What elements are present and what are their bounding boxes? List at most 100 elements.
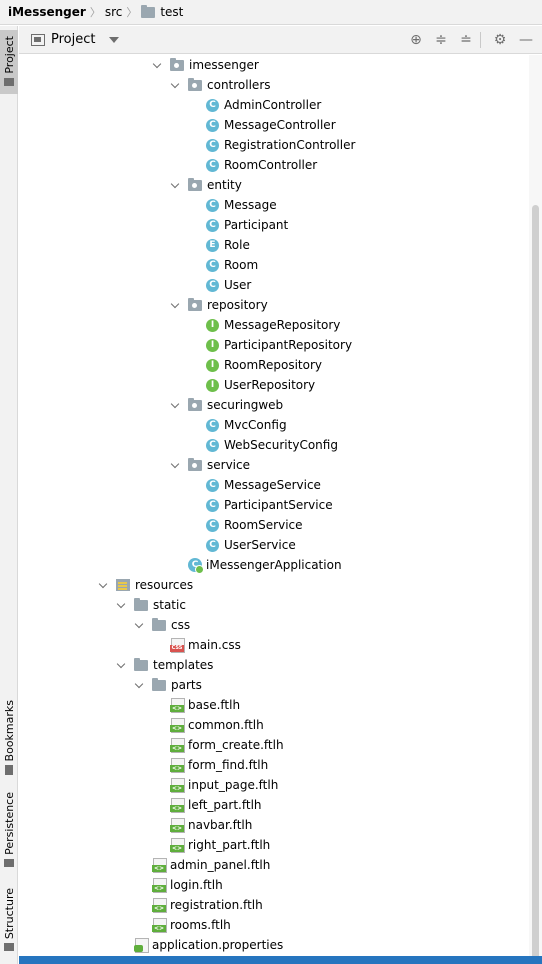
chevron-down-icon[interactable]: [109, 36, 120, 43]
tree-label: application.properties: [152, 938, 284, 952]
ftl-file-icon: [170, 718, 185, 733]
tree-node-parts[interactable]: parts: [134, 675, 202, 695]
tree-label: AdminController: [224, 98, 322, 112]
breadcrumb-project[interactable]: iMessenger: [8, 5, 86, 19]
chevron-down-icon[interactable]: [152, 60, 162, 70]
tree-node-class[interactable]: C AdminController: [206, 95, 321, 115]
project-toolbar: Project ⊕ ≑ ≐ ⚙ —: [19, 26, 542, 54]
interface-icon: I: [206, 338, 219, 352]
tree-label: securingweb: [207, 398, 284, 412]
tree-node-file[interactable]: admin_panel.ftlh: [152, 855, 270, 875]
tree-label: Message: [224, 198, 277, 212]
tab-project[interactable]: Project: [0, 30, 18, 94]
tree-node-class[interactable]: C RoomService: [206, 515, 303, 535]
ftl-file-icon: [170, 818, 185, 833]
tab-structure[interactable]: Structure: [0, 888, 18, 964]
chevron-down-icon[interactable]: [170, 80, 180, 90]
project-tree: imessenger controllers C AdminController …: [19, 55, 529, 964]
tree-node-interface[interactable]: I MessageRepository: [206, 315, 340, 335]
tree-node-file[interactable]: main.css: [170, 635, 241, 655]
folder-icon: [134, 597, 148, 611]
breadcrumb: iMessenger 〉 src 〉 test: [0, 0, 542, 25]
tree-node-css[interactable]: css: [134, 615, 190, 635]
tree-node-repository[interactable]: repository: [170, 295, 268, 315]
tree-node-enum[interactable]: E Role: [206, 235, 250, 255]
tree-label: MvcConfig: [224, 418, 287, 432]
breadcrumb-src[interactable]: src: [105, 5, 123, 19]
locate-icon[interactable]: ⊕: [408, 32, 424, 48]
class-icon: C: [206, 498, 219, 512]
tree-label: Room: [224, 258, 259, 272]
tree-node-file[interactable]: right_part.ftlh: [170, 835, 270, 855]
tree-label: ParticipantService: [224, 498, 333, 512]
project-view-title[interactable]: Project: [51, 32, 95, 47]
tree-node-file[interactable]: base.ftlh: [170, 695, 240, 715]
tree-node-class[interactable]: C UserService: [206, 535, 296, 555]
tab-bookmarks[interactable]: Bookmarks: [0, 700, 18, 778]
tree-node-file[interactable]: registration.ftlh: [152, 895, 263, 915]
package-icon: [170, 57, 184, 71]
tree-node-file[interactable]: common.ftlh: [170, 715, 264, 735]
chevron-down-icon[interactable]: [134, 680, 144, 690]
tree-node-file[interactable]: login.ftlh: [152, 875, 223, 895]
gear-icon[interactable]: ⚙: [492, 32, 508, 48]
tree-node-entity[interactable]: entity: [170, 175, 242, 195]
selected-tree-row[interactable]: [19, 956, 542, 964]
tree-label: UserService: [224, 538, 296, 552]
tree-node-file[interactable]: navbar.ftlh: [170, 815, 252, 835]
chevron-down-icon[interactable]: [170, 180, 180, 190]
tree-node-securingweb[interactable]: securingweb: [170, 395, 283, 415]
tree-node-class[interactable]: C MessageController: [206, 115, 336, 135]
breadcrumb-test[interactable]: test: [141, 4, 184, 19]
tree-label: iMessengerApplication: [206, 558, 342, 572]
ftl-file-icon: [152, 878, 167, 893]
chevron-down-icon[interactable]: [170, 460, 180, 470]
tab-project-label: Project: [2, 36, 16, 74]
chevron-down-icon[interactable]: [98, 580, 108, 590]
tree-node-class[interactable]: C RoomController: [206, 155, 317, 175]
tree-node-class[interactable]: C Message: [206, 195, 277, 215]
scrollbar-thumb[interactable]: [532, 205, 539, 960]
tree-node-class[interactable]: C MessageService: [206, 475, 321, 495]
tree-node-file[interactable]: form_create.ftlh: [170, 735, 284, 755]
tree-node-class[interactable]: C Participant: [206, 215, 288, 235]
tree-node-application[interactable]: CiMessengerApplication: [188, 555, 342, 575]
tree-node-interface[interactable]: I ParticipantRepository: [206, 335, 352, 355]
chevron-down-icon[interactable]: [170, 400, 180, 410]
tree-label: registration.ftlh: [170, 898, 263, 912]
chevron-down-icon[interactable]: [116, 600, 126, 610]
tree-node-class[interactable]: C ParticipantService: [206, 495, 333, 515]
tab-persistence[interactable]: Persistence: [0, 792, 18, 874]
folder-icon: [152, 677, 166, 691]
tree-node-file[interactable]: input_page.ftlh: [170, 775, 278, 795]
chevron-down-icon[interactable]: [170, 300, 180, 310]
tree-node-file[interactable]: form_find.ftlh: [170, 755, 268, 775]
tree-node-service[interactable]: service: [170, 455, 250, 475]
chevron-down-icon[interactable]: [134, 620, 144, 630]
vertical-scrollbar[interactable]: [529, 55, 542, 964]
tree-node-interface[interactable]: I UserRepository: [206, 375, 315, 395]
tree-label: service: [207, 458, 250, 472]
tree-node-static[interactable]: static: [116, 595, 186, 615]
expand-all-icon[interactable]: ≑: [433, 32, 449, 48]
tree-node-templates[interactable]: templates: [116, 655, 213, 675]
tree-node-interface[interactable]: I RoomRepository: [206, 355, 322, 375]
class-icon: C: [206, 258, 219, 272]
breadcrumb-test-label: test: [160, 5, 184, 19]
tree-node-controllers[interactable]: controllers: [170, 75, 271, 95]
tree-node-class[interactable]: C MvcConfig: [206, 415, 287, 435]
tree-node-file[interactable]: rooms.ftlh: [152, 915, 231, 935]
chevron-down-icon[interactable]: [116, 660, 126, 670]
tree-label: User: [224, 278, 252, 292]
tree-node-file[interactable]: left_part.ftlh: [170, 795, 262, 815]
tree-node-imessenger[interactable]: imessenger: [152, 55, 259, 75]
tree-node-class[interactable]: C User: [206, 275, 251, 295]
tree-node-class[interactable]: C WebSecurityConfig: [206, 435, 338, 455]
tree-node-file[interactable]: application.properties: [134, 935, 283, 955]
tree-node-class[interactable]: C RegistrationController: [206, 135, 355, 155]
hide-icon[interactable]: —: [518, 32, 534, 48]
collapse-all-icon[interactable]: ≐: [458, 32, 474, 48]
tree-node-class[interactable]: C Room: [206, 255, 258, 275]
tree-node-resources[interactable]: resources: [98, 575, 193, 595]
class-icon: C: [206, 478, 219, 492]
